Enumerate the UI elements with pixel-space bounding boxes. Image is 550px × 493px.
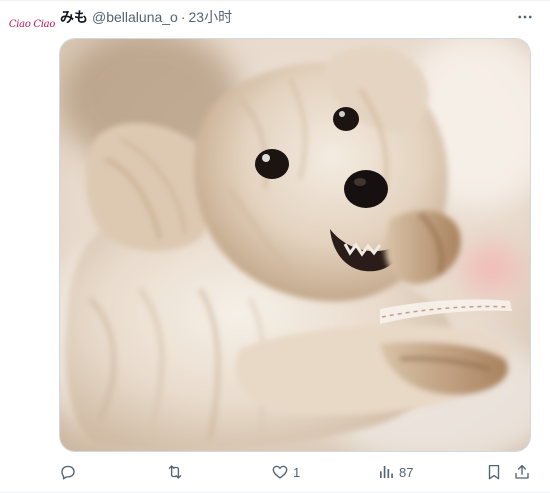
- avatar-logo-text: Ciao Ciao: [8, 18, 56, 30]
- separator-dot: ·: [180, 9, 186, 25]
- display-name[interactable]: みも: [60, 7, 88, 27]
- more-options-button[interactable]: [514, 7, 536, 27]
- dog-photo-illustration: [60, 39, 530, 451]
- tweet-photo[interactable]: [59, 38, 531, 452]
- reply-icon: [61, 465, 75, 480]
- views-button[interactable]: 87: [377, 460, 413, 484]
- like-count: 1: [293, 464, 301, 480]
- tweet-header: みも @bellaluna_o · 23小时: [60, 7, 232, 27]
- retweet-button[interactable]: [165, 460, 189, 484]
- bookmark-icon: [488, 464, 500, 480]
- timestamp[interactable]: 23小时: [189, 7, 233, 27]
- views-count: 87: [399, 464, 414, 480]
- tweet-actions-bar: 1 87: [59, 460, 531, 484]
- like-button[interactable]: 1: [271, 460, 300, 484]
- share-icon: [515, 464, 529, 479]
- views-chart-icon: [380, 466, 393, 478]
- bookmark-button[interactable]: [485, 460, 503, 484]
- reply-button[interactable]: [59, 460, 81, 484]
- heart-icon: [272, 465, 288, 479]
- share-button[interactable]: [513, 460, 531, 484]
- more-icon: [518, 15, 532, 19]
- avatar[interactable]: Ciao Ciao: [8, 11, 56, 37]
- tweet[interactable]: Ciao Ciao みも @bellaluna_o · 23小时 1 87: [0, 0, 550, 493]
- retweet-icon: [168, 465, 182, 479]
- user-handle[interactable]: @bellaluna_o: [92, 9, 178, 25]
